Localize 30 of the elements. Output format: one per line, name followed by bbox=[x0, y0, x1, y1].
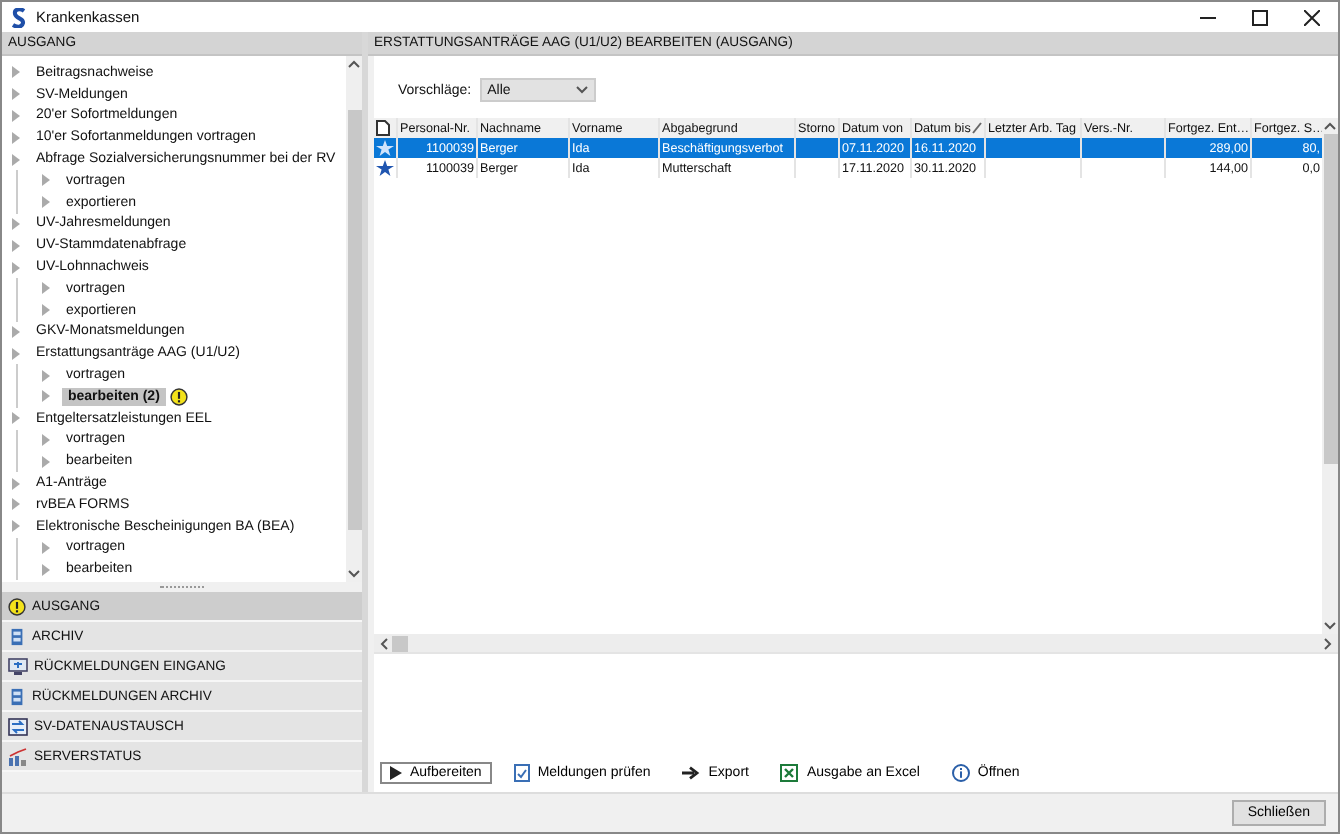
scroll-thumb[interactable] bbox=[1323, 134, 1337, 464]
info-icon bbox=[951, 764, 970, 782]
scroll-right-icon[interactable] bbox=[1324, 637, 1332, 649]
play-icon bbox=[390, 766, 402, 780]
cabinet-icon bbox=[8, 687, 26, 705]
document-check-icon bbox=[513, 764, 530, 782]
scroll-left-icon[interactable] bbox=[380, 637, 388, 649]
chevron-down-icon bbox=[575, 86, 588, 94]
scroll-down-icon[interactable] bbox=[348, 570, 360, 578]
expand-arrow-icon[interactable] bbox=[12, 412, 20, 425]
scroll-up-icon[interactable] bbox=[348, 60, 360, 68]
arrow-right-icon bbox=[682, 766, 701, 780]
warning-icon bbox=[8, 597, 26, 615]
monitor-icon bbox=[8, 657, 28, 675]
scrollbar[interactable] bbox=[346, 56, 362, 582]
star-icon bbox=[376, 160, 394, 176]
star-icon bbox=[376, 140, 394, 156]
scrollbar[interactable] bbox=[374, 634, 1338, 652]
maximize-icon[interactable] bbox=[1252, 9, 1268, 25]
scroll-thumb[interactable] bbox=[347, 109, 361, 529]
scrollbar[interactable] bbox=[1322, 118, 1338, 634]
spreadsheet-icon bbox=[780, 764, 799, 782]
exchange-icon bbox=[8, 717, 28, 735]
close-icon[interactable] bbox=[1304, 9, 1320, 25]
scroll-thumb[interactable] bbox=[392, 635, 408, 651]
chart-icon bbox=[8, 747, 28, 765]
scroll-down-icon[interactable] bbox=[1324, 622, 1336, 630]
app-logo-icon bbox=[12, 7, 26, 27]
scroll-up-icon[interactable] bbox=[1324, 122, 1336, 130]
cabinet-icon bbox=[8, 627, 26, 645]
